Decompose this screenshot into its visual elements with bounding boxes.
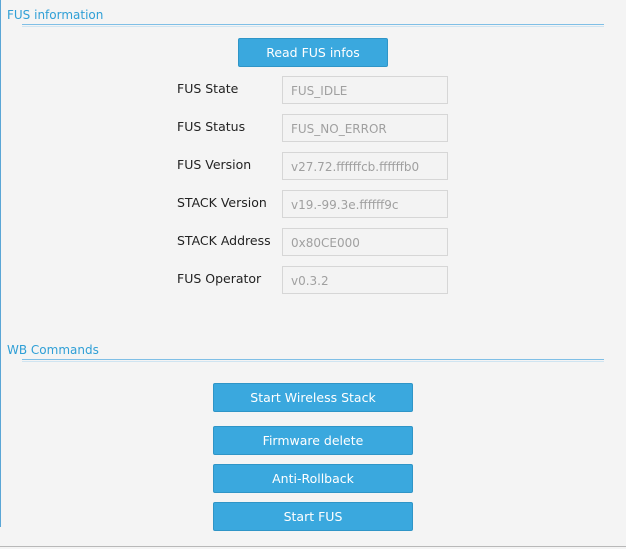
fus-operator-row: FUS Operator v0.3.2 — [176, 266, 448, 294]
start-fus-button[interactable]: Start FUS — [213, 502, 413, 531]
wb-section-divider — [22, 359, 604, 362]
fus-version-label: FUS Version — [177, 157, 252, 172]
read-fus-infos-button[interactable]: Read FUS infos — [238, 38, 388, 67]
stack-version-field[interactable]: v19.-99.3e.ffffff9c — [282, 190, 448, 218]
fus-operator-field[interactable]: v0.3.2 — [282, 266, 448, 294]
fus-operator-label: FUS Operator — [177, 271, 262, 286]
fus-information-title: FUS information — [7, 8, 104, 22]
fus-status-field[interactable]: FUS_NO_ERROR — [282, 114, 448, 142]
stack-address-field[interactable]: 0x80CE000 — [282, 228, 448, 256]
fus-version-row: FUS Version v27.72.ffffffcb.ffffffb0 — [176, 152, 448, 180]
fus-section-divider — [22, 24, 604, 27]
panel-left-border — [0, 0, 1, 527]
firmware-delete-button[interactable]: Firmware delete — [213, 426, 413, 455]
fus-version-field[interactable]: v27.72.ffffffcb.ffffffb0 — [282, 152, 448, 180]
stack-version-label: STACK Version — [177, 195, 267, 210]
fus-state-label: FUS State — [177, 81, 239, 96]
fus-status-label: FUS Status — [177, 119, 246, 134]
fus-state-row: FUS State FUS_IDLE — [176, 76, 448, 104]
wb-commands-title: WB Commands — [7, 343, 99, 357]
stack-address-label: STACK Address — [177, 233, 271, 248]
anti-rollback-button[interactable]: Anti-Rollback — [213, 464, 413, 493]
stack-version-row: STACK Version v19.-99.3e.ffffff9c — [176, 190, 448, 218]
start-wireless-stack-button[interactable]: Start Wireless Stack — [213, 383, 413, 412]
fus-status-row: FUS Status FUS_NO_ERROR — [176, 114, 448, 142]
panel-bottom-border — [0, 546, 626, 547]
stack-address-row: STACK Address 0x80CE000 — [176, 228, 448, 256]
fus-state-field[interactable]: FUS_IDLE — [282, 76, 448, 104]
